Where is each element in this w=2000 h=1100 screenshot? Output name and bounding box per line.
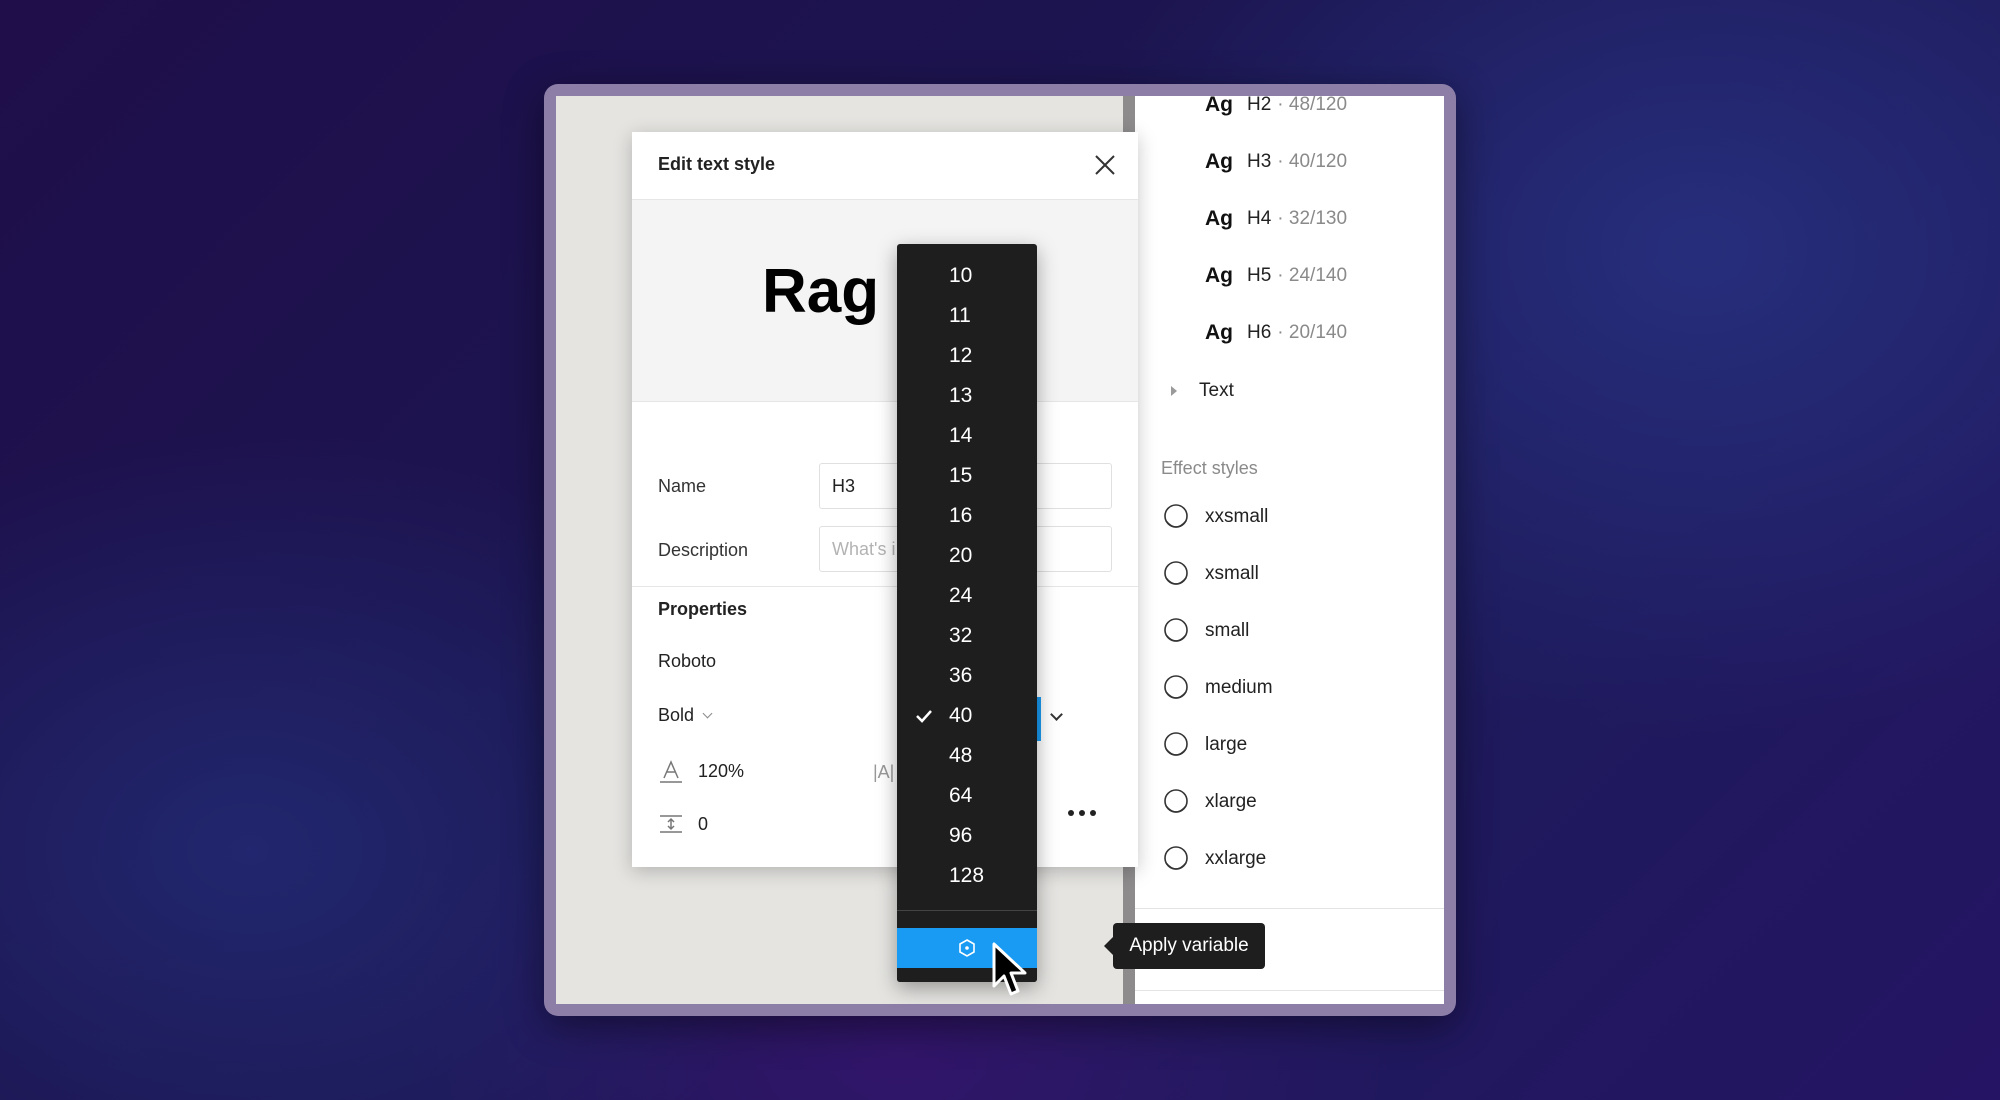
effect-style-name: xsmall [1205,563,1259,584]
description-label: Description [658,540,749,560]
effect-styles-title: Effect styles [1161,458,1258,478]
text-style-preview-icon: Ag [1205,321,1233,344]
text-style-name: H2 [1247,96,1272,115]
variable-hexagon-icon [959,939,975,957]
paragraph-spacing-value: 0 [698,813,709,834]
dialog-separator [632,586,1138,587]
text-style-name: H3 [1247,151,1272,172]
font-size-field-focus [1037,697,1041,741]
text-style-preview-icon: Ag [1205,96,1233,116]
font-size-option[interactable]: 64 [897,776,1037,816]
name-value: H3 [832,475,856,496]
drop-shadow-icon [1164,675,1188,699]
text-style-size: · 48/120 [1277,96,1348,115]
font-size-option[interactable]: 36 [897,656,1037,696]
text-style-size: · 32/130 [1277,208,1348,229]
description-placeholder: What's i [832,538,896,559]
text-style-group-label: Text [1199,380,1234,401]
text-style-row-h2[interactable]: Ag H2 · 48/120 [1205,96,1347,120]
font-family-value: Roboto [658,651,717,671]
effect-style-name: medium [1205,677,1273,698]
text-style-preview: Rag 1 [632,200,1138,402]
effect-style-row-xsmall[interactable]: xsmall [1163,558,1259,590]
text-style-size: · 20/140 [1277,322,1348,343]
drop-shadow-icon [1164,561,1188,585]
letter-spacing-icon: |A| [873,762,894,783]
font-size-option[interactable]: 48 [897,736,1037,776]
styles-panel: Ag H2 · 48/120 Ag H3 · 40/120 Ag H4 · 32… [1135,96,1444,1004]
effect-style-name: small [1205,620,1250,641]
font-size-option[interactable]: 16 [897,496,1037,536]
text-style-name: H6 [1247,322,1272,343]
text-style-row-h4[interactable]: Ag H4 · 32/130 [1205,204,1347,234]
dialog-header: Edit text style [632,132,1138,200]
font-weight-select[interactable]: Bold [658,705,713,726]
effect-style-name: xxlarge [1205,848,1267,869]
effect-style-row-medium[interactable]: medium [1163,672,1273,704]
properties-title: Properties [658,599,748,619]
drop-shadow-icon [1164,732,1188,756]
font-size-dropdown: 10 11 12 13 14 15 16 20 24 32 36 40 48 6… [897,244,1037,982]
font-size-option[interactable]: 96 [897,816,1037,856]
text-style-size: · 24/140 [1277,265,1348,286]
text-style-preview-icon: Ag [1205,150,1233,173]
name-label: Name [658,476,707,496]
font-size-option[interactable]: 24 [897,576,1037,616]
letter-spacing-glyph: |A| [873,762,895,782]
font-size-option[interactable]: 15 [897,456,1037,496]
text-style-row-h6[interactable]: Ag H6 · 20/140 [1205,318,1347,348]
effect-style-name: xlarge [1205,791,1257,812]
tooltip-text: Apply variable [1129,935,1249,956]
font-size-option[interactable]: 12 [897,336,1037,376]
chevron-down-icon [702,708,713,719]
drop-shadow-icon [1164,846,1188,870]
effect-style-row-xlarge[interactable]: xlarge [1163,786,1257,818]
font-size-option[interactable]: 14 [897,416,1037,456]
text-style-row-h5[interactable]: Ag H5 · 24/140 [1205,261,1347,291]
edit-text-style-dialog: Edit text style Rag 1 Name H3 Descriptio… [632,132,1138,867]
panel-separator [1135,990,1444,991]
checkmark-icon [916,710,932,723]
paragraph-spacing-icon [660,815,682,833]
line-height-icon [660,760,682,783]
effect-style-row-xxsmall[interactable]: xxsmall [1163,501,1268,533]
dialog-title: Edit text style [658,154,776,174]
font-size-option[interactable]: 128 [897,856,1037,896]
effect-style-row-large[interactable]: large [1163,729,1247,761]
close-icon[interactable] [1092,152,1118,178]
font-size-option[interactable]: 20 [897,536,1037,576]
text-style-size: · 40/120 [1277,151,1348,172]
caret-right-icon [1171,386,1177,396]
mouse-pointer-icon [992,942,1027,996]
line-height-value: 120% [698,760,745,781]
text-style-name: H4 [1247,208,1272,229]
drop-shadow-icon [1164,504,1188,528]
text-style-preview-icon: Ag [1205,264,1233,287]
font-size-option[interactable]: 13 [897,376,1037,416]
dropdown-separator [897,910,1037,911]
paragraph-spacing-field[interactable]: 0 [658,811,708,837]
font-size-option[interactable]: 32 [897,616,1037,656]
drop-shadow-icon [1164,789,1188,813]
effect-style-row-small[interactable]: small [1163,615,1249,647]
text-style-preview-icon: Ag [1205,207,1233,230]
font-size-option[interactable]: 10 [897,256,1037,296]
effect-style-row-xxlarge[interactable]: xxlarge [1163,843,1266,875]
font-size-option-selected[interactable]: 40 [897,696,1037,736]
effect-style-name: xxsmall [1205,506,1269,527]
text-style-row-h3[interactable]: Ag H3 · 40/120 [1205,147,1347,177]
line-height-field[interactable]: 120% [658,758,744,784]
effect-style-name: large [1205,734,1248,755]
apply-variable-tooltip: Apply variable [1104,923,1265,969]
font-family-select[interactable]: Roboto [658,651,716,672]
more-options-icon[interactable] [1068,810,1096,816]
text-style-group-text[interactable]: Text [1171,376,1234,406]
text-style-name: H5 [1247,265,1272,286]
drop-shadow-icon [1164,618,1188,642]
font-weight-value: Bold [658,705,695,725]
panel-separator [1135,908,1444,909]
font-size-option[interactable]: 11 [897,296,1037,336]
